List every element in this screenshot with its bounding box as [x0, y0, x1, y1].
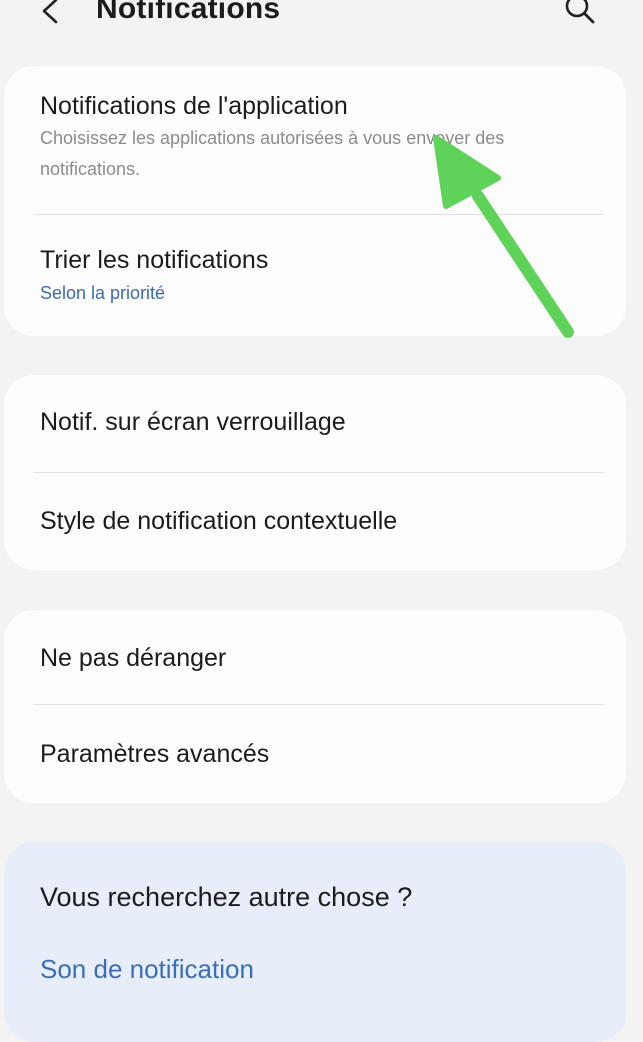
do-not-disturb-title: Ne pas déranger	[40, 644, 227, 672]
lock-screen-notifications-item[interactable]: Notif. sur écran verrouillage	[40, 408, 606, 437]
divider	[34, 214, 604, 215]
sort-notifications-title: Trier les notifications	[40, 246, 269, 274]
divider	[34, 704, 604, 705]
advanced-settings-title: Paramètres avancés	[40, 740, 270, 768]
lock-screen-notifications-title: Notif. sur écran verrouillage	[40, 408, 346, 436]
sort-notifications-item[interactable]: Trier les notifications Selon la priorit…	[40, 246, 606, 304]
suggestions-title: Vous recherchez autre chose ?	[40, 882, 413, 912]
do-not-disturb-item[interactable]: Ne pas déranger	[40, 644, 606, 673]
page-title: Notifications	[96, 0, 281, 25]
app-notifications-subtitle: Choisissez les applications autorisées à…	[40, 128, 505, 179]
other-settings-card: Ne pas déranger Paramètres avancés	[4, 610, 626, 803]
suggestions-card: Vous recherchez autre chose ? Son de not…	[4, 842, 626, 1042]
popup-style-title: Style de notification contextuelle	[40, 507, 398, 535]
divider	[34, 472, 604, 473]
app-notifications-title: Notifications de l'application	[40, 92, 348, 120]
app-header: Notifications	[0, 0, 643, 38]
notification-sound-link[interactable]: Son de notification	[40, 954, 254, 985]
popup-style-item[interactable]: Style de notification contextuelle	[40, 507, 606, 536]
app-notifications-item[interactable]: Notifications de l'application Choisisse…	[40, 92, 606, 185]
sort-notifications-value: Selon la priorité	[40, 283, 166, 303]
chevron-left-icon[interactable]	[38, 0, 64, 26]
display-group-card: Notif. sur écran verrouillage Style de n…	[4, 375, 626, 570]
advanced-settings-item[interactable]: Paramètres avancés	[40, 740, 606, 769]
search-icon[interactable]	[562, 0, 598, 28]
notifications-group-card: Notifications de l'application Choisisse…	[4, 66, 626, 336]
